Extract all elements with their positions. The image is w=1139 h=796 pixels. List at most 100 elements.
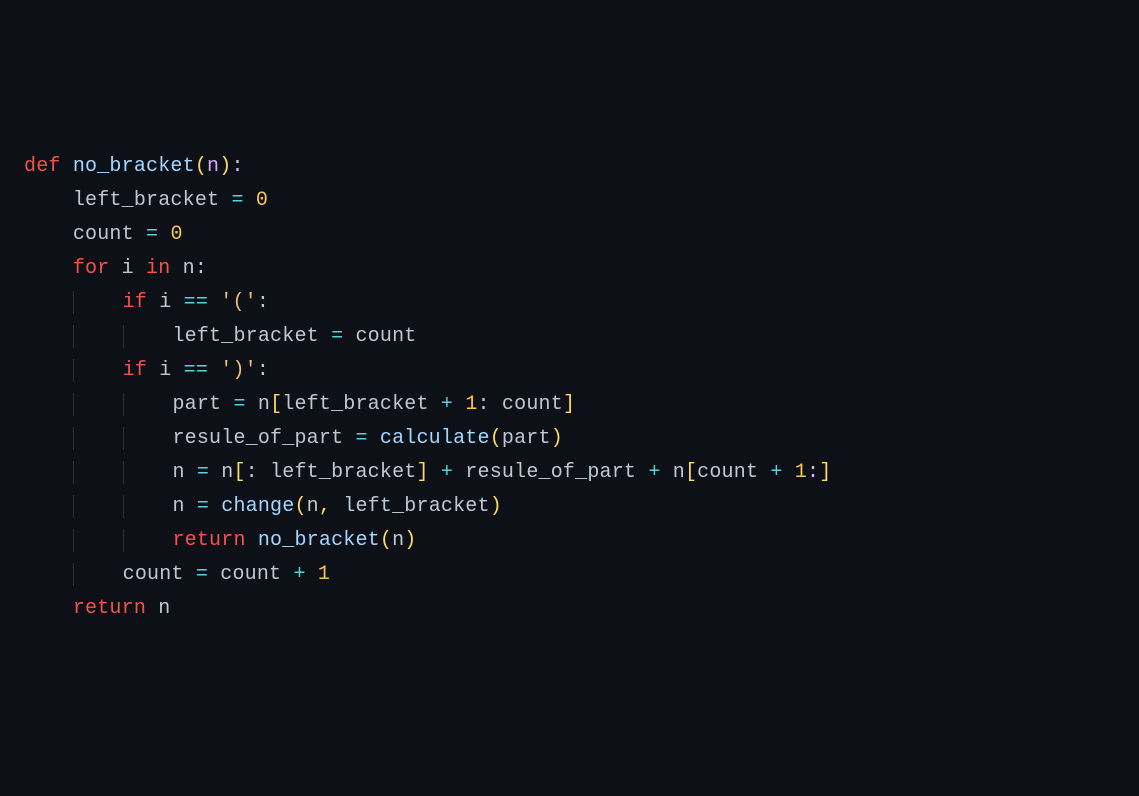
code-token: '(' xyxy=(220,291,257,314)
code-token: part xyxy=(172,393,233,416)
code-token xyxy=(453,393,465,416)
code-token: = xyxy=(231,189,243,212)
code-token: change xyxy=(221,495,294,518)
code-token: : xyxy=(231,155,243,178)
code-token: calculate xyxy=(380,427,490,450)
code-line: if i == '(': xyxy=(24,286,1115,320)
code-token: = xyxy=(233,393,245,416)
code-token: ( xyxy=(380,529,392,552)
code-token: 1 xyxy=(795,461,807,484)
code-token: n xyxy=(172,461,196,484)
code-token: left_bracket xyxy=(270,461,416,484)
code-token: 0 xyxy=(170,223,182,246)
code-token xyxy=(368,427,380,450)
code-token: n xyxy=(172,495,196,518)
code-token: for xyxy=(73,257,110,280)
code-token: ')' xyxy=(220,359,257,382)
code-token: if xyxy=(123,291,147,314)
code-token: : xyxy=(257,359,269,382)
code-token: part xyxy=(502,427,551,450)
code-token: n xyxy=(392,529,404,552)
code-token: : xyxy=(807,461,819,484)
code-line: left_bracket = 0 xyxy=(24,184,1115,218)
code-token: ( xyxy=(195,155,207,178)
code-token: + xyxy=(441,393,453,416)
code-line: if i == ')': xyxy=(24,354,1115,388)
code-token: ) xyxy=(404,529,416,552)
code-token: : xyxy=(257,291,269,314)
code-token: = xyxy=(197,461,209,484)
code-line: left_bracket = count xyxy=(24,320,1115,354)
code-token: def xyxy=(24,155,73,178)
code-token: count xyxy=(502,393,563,416)
code-token: in xyxy=(146,257,170,280)
code-token: left_bracket xyxy=(73,189,232,212)
code-token: ) xyxy=(551,427,563,450)
code-token: i xyxy=(147,359,184,382)
code-token: left_bracket xyxy=(172,325,331,348)
code-token: + xyxy=(770,461,782,484)
code-line: def no_bracket(n): xyxy=(24,150,1115,184)
code-token: i xyxy=(109,257,146,280)
code-token: ] xyxy=(417,461,429,484)
code-token: count xyxy=(343,325,416,348)
code-token: if xyxy=(123,359,147,382)
code-token: count xyxy=(73,223,146,246)
code-token: n xyxy=(207,155,219,178)
code-token: n xyxy=(146,597,170,620)
code-line: count = 0 xyxy=(24,218,1115,252)
code-token: + xyxy=(648,461,660,484)
code-token: i xyxy=(147,291,184,314)
code-token: n xyxy=(170,257,194,280)
code-token: == xyxy=(184,291,208,314)
code-token: ] xyxy=(819,461,831,484)
code-line: return n xyxy=(24,592,1115,626)
code-token: n xyxy=(246,393,270,416)
code-line: count = count + 1 xyxy=(24,558,1115,592)
code-line: part = n[left_bracket + 1: count] xyxy=(24,388,1115,422)
code-token: left_bracket xyxy=(282,393,441,416)
code-token: = xyxy=(197,495,209,518)
code-token: , xyxy=(319,495,331,518)
code-token: ) xyxy=(490,495,502,518)
code-line: for i in n: xyxy=(24,252,1115,286)
code-token xyxy=(783,461,795,484)
code-editor[interactable]: def no_bracket(n): left_bracket = 0 coun… xyxy=(24,150,1115,626)
code-line: resule_of_part = calculate(part) xyxy=(24,422,1115,456)
code-token: [ xyxy=(270,393,282,416)
code-token: count xyxy=(123,563,196,586)
code-token: ] xyxy=(563,393,575,416)
code-token: [ xyxy=(233,461,245,484)
code-token: + xyxy=(441,461,453,484)
code-token: ( xyxy=(490,427,502,450)
code-token: ) xyxy=(219,155,231,178)
code-token: = xyxy=(196,563,208,586)
code-token: return xyxy=(73,597,146,620)
code-token: no_bracket xyxy=(73,155,195,178)
code-token xyxy=(209,495,221,518)
code-token: = xyxy=(331,325,343,348)
code-token: 1 xyxy=(318,563,330,586)
code-token: 0 xyxy=(256,189,268,212)
code-token: = xyxy=(146,223,158,246)
code-token xyxy=(429,461,441,484)
code-token: return xyxy=(172,529,245,552)
code-token: : xyxy=(195,257,207,280)
code-token xyxy=(158,223,170,246)
code-token: resule_of_part xyxy=(172,427,355,450)
code-token xyxy=(306,563,318,586)
code-token: [ xyxy=(685,461,697,484)
code-token xyxy=(208,291,220,314)
code-token: : xyxy=(478,393,502,416)
code-line: return no_bracket(n) xyxy=(24,524,1115,558)
code-token: count xyxy=(208,563,293,586)
code-token xyxy=(244,189,256,212)
code-token: n xyxy=(209,461,233,484)
code-token: 1 xyxy=(465,393,477,416)
code-token: n xyxy=(661,461,685,484)
code-token: resule_of_part xyxy=(453,461,648,484)
code-token: n xyxy=(307,495,319,518)
code-token: count xyxy=(697,461,770,484)
code-token: no_bracket xyxy=(258,529,380,552)
code-line: n = n[: left_bracket] + resule_of_part +… xyxy=(24,456,1115,490)
